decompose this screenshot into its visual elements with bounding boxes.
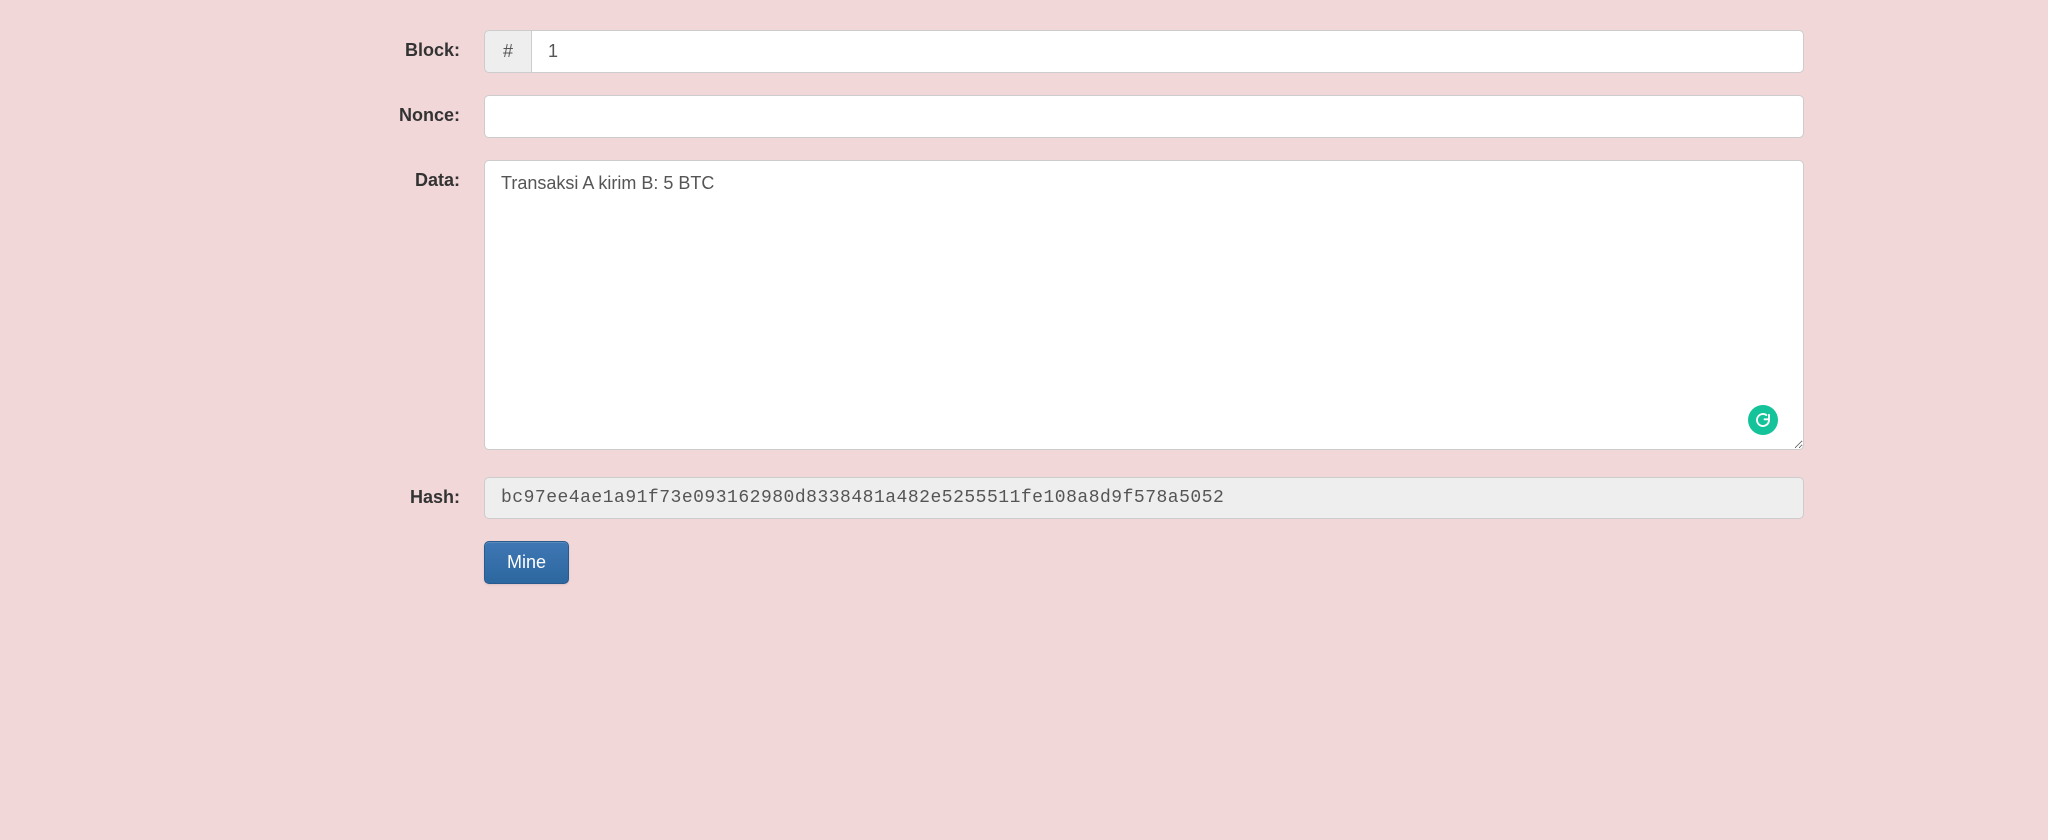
nonce-row: Nonce: [244, 95, 1804, 138]
block-input-group: # [484, 30, 1804, 73]
block-prefix: # [484, 30, 531, 73]
nonce-label: Nonce: [244, 95, 484, 126]
action-spacer [244, 541, 484, 551]
data-row: Data: [244, 160, 1804, 455]
action-row: Mine [244, 541, 1804, 584]
hash-field [484, 477, 1804, 519]
data-textarea[interactable] [484, 160, 1804, 450]
data-textarea-wrapper [484, 160, 1804, 455]
block-row: Block: # [244, 30, 1804, 73]
data-label: Data: [244, 160, 484, 191]
nonce-input[interactable] [484, 95, 1804, 138]
mine-button[interactable]: Mine [484, 541, 569, 584]
hash-row: Hash: [244, 477, 1804, 519]
block-number-input[interactable] [531, 30, 1804, 73]
data-field [484, 160, 1804, 455]
nonce-field [484, 95, 1804, 138]
block-field: # [484, 30, 1804, 73]
hash-output [484, 477, 1804, 519]
grammarly-icon[interactable] [1748, 405, 1778, 435]
hash-label: Hash: [244, 477, 484, 508]
block-form: Block: # Nonce: Data: [244, 30, 1804, 584]
block-label: Block: [244, 30, 484, 61]
action-field: Mine [484, 541, 1804, 584]
